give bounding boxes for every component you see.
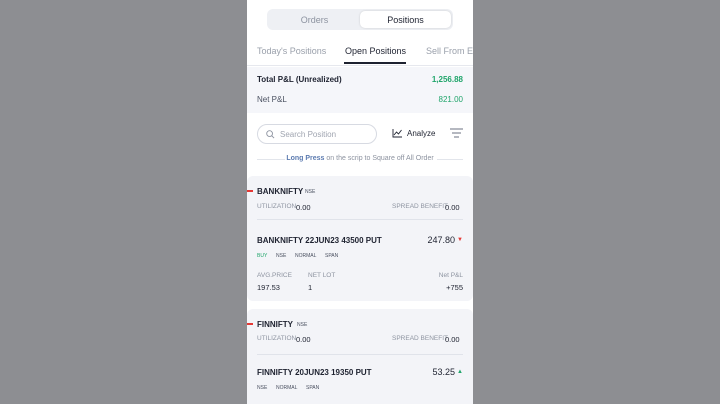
contract-name[interactable]: BANKNIFTY 22JUN23 43500 PUT: [257, 236, 382, 245]
net-lot-value: 1: [308, 283, 313, 292]
position-card[interactable]: FINNIFTY NSE UTILIZATION 0.00 SPREAD BEN…: [247, 309, 473, 404]
utilization-label: UTILIZATION: [257, 203, 297, 210]
utilization-value: 0.00: [296, 335, 311, 344]
total-pnl-row: Total P&L (Unrealized) 1,256.88: [257, 75, 463, 84]
margin-type-tag: SPAN: [325, 253, 339, 259]
net-lot-label: NET LOT: [308, 272, 336, 279]
position-card[interactable]: BANKNIFTY NSE UTILIZATION 0.00 SPREAD BE…: [247, 176, 473, 301]
tab-todays-positions[interactable]: Today's Positions: [257, 46, 326, 56]
spread-benefit-label: SPREAD BENEFIT: [392, 203, 448, 210]
chart-line-icon: [392, 129, 402, 138]
ltp-value: 53.25: [432, 367, 456, 377]
utilization-label: UTILIZATION: [257, 335, 297, 342]
spread-benefit-label: SPREAD BENEFIT: [392, 335, 448, 342]
net-pnl-label: Net P&L: [257, 95, 287, 104]
spread-benefit-value: 0.00: [445, 203, 460, 212]
net-pnl-value: +755: [446, 283, 463, 292]
search-input[interactable]: Search Position: [257, 124, 377, 144]
ltp-price: 247.80 ▼: [428, 235, 463, 245]
exchange-badge: NSE: [305, 189, 316, 195]
net-pnl-label: Net P&L: [438, 272, 463, 279]
positions-segment-button[interactable]: Positions: [360, 11, 451, 28]
contract-name[interactable]: FINNIFTY 20JUN23 19350 PUT: [257, 368, 372, 377]
filter-icon[interactable]: [450, 128, 463, 138]
net-pnl-value: 821.00: [438, 95, 463, 104]
avg-price-label: AVG.PRICE: [257, 272, 292, 279]
orders-segment-button[interactable]: Orders: [269, 11, 360, 28]
analyze-label: Analyze: [407, 128, 436, 138]
ltp-price: 53.25 ▲: [433, 367, 463, 377]
order-type-tag: NORMAL: [276, 385, 298, 391]
positions-tabs: Today's Positions Open Positions Sell Fr…: [247, 46, 473, 66]
avg-price-value: 197.53: [257, 283, 280, 292]
up-arrow-icon: ▲: [457, 369, 463, 375]
search-icon: [266, 129, 275, 138]
card-divider: [257, 219, 463, 220]
ltp-value: 247.80: [427, 235, 456, 245]
hint-divider-right: [437, 159, 463, 160]
margin-type-tag: SPAN: [306, 385, 320, 391]
active-tab-indicator: [344, 62, 406, 64]
total-pnl-label: Total P&L (Unrealized): [257, 75, 342, 84]
down-arrow-icon: ▼: [457, 237, 463, 243]
tab-sell-from[interactable]: Sell From Ex: [426, 46, 473, 56]
tab-open-positions[interactable]: Open Positions: [345, 46, 406, 56]
orders-positions-toggle: Orders Positions: [267, 9, 453, 30]
position-marker: [247, 190, 253, 192]
hint-text: on the scrip to Square off All Order: [326, 155, 434, 162]
analyze-button[interactable]: Analyze: [392, 128, 435, 138]
hint-bold: Long Press: [286, 155, 325, 162]
side-tag: BUY: [257, 253, 268, 259]
exchange-badge: NSE: [297, 322, 308, 328]
order-type-tag: NORMAL: [295, 253, 317, 259]
position-symbol: FINNIFTY: [257, 320, 293, 329]
total-pnl-value: 1,256.88: [431, 75, 463, 84]
net-pnl-row: Net P&L 821.00: [257, 95, 463, 104]
position-symbol: BANKNIFTY: [257, 187, 304, 196]
spread-benefit-value: 0.00: [445, 335, 460, 344]
card-divider: [257, 354, 463, 355]
utilization-value: 0.00: [296, 203, 311, 212]
search-placeholder: Search Position: [280, 129, 337, 139]
exchange-tag: NSE: [257, 385, 268, 391]
exchange-tag: NSE: [276, 253, 287, 259]
pnl-summary: Total P&L (Unrealized) 1,256.88 Net P&L …: [247, 67, 473, 113]
position-marker: [247, 323, 253, 325]
tab-divider: [247, 65, 473, 66]
app-screen: Orders Positions Today's Positions Open …: [247, 0, 473, 404]
